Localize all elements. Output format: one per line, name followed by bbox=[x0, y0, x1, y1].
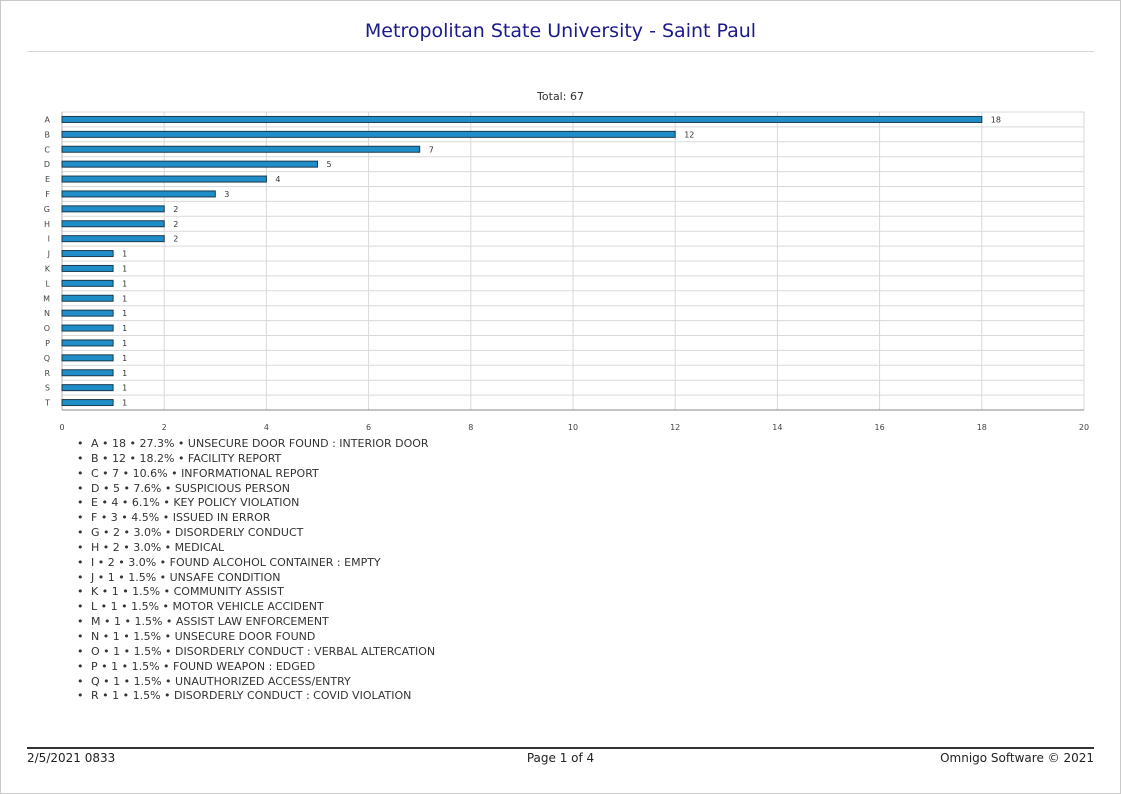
legend-item: G • 2 • 3.0% • DISORDERLY CONDUCT bbox=[77, 526, 435, 541]
bar bbox=[61, 160, 318, 168]
y-category-label: J bbox=[47, 250, 50, 259]
x-tick-label: 18 bbox=[977, 423, 987, 432]
bar bbox=[61, 384, 114, 392]
bar-value-label: 1 bbox=[122, 339, 127, 348]
legend-item: B • 12 • 18.2% • FACILITY REPORT bbox=[77, 452, 435, 467]
legend-item: Q • 1 • 1.5% • UNAUTHORIZED ACCESS/ENTRY bbox=[77, 675, 435, 690]
bar bbox=[61, 205, 165, 213]
legend-item: R • 1 • 1.5% • DISORDERLY CONDUCT : COVI… bbox=[77, 689, 435, 704]
legend-item: H • 2 • 3.0% • MEDICAL bbox=[77, 541, 435, 556]
y-category-label: P bbox=[45, 339, 50, 348]
x-tick-label: 10 bbox=[568, 423, 578, 432]
legend-item: J • 1 • 1.5% • UNSAFE CONDITION bbox=[77, 571, 435, 586]
x-tick-label: 16 bbox=[875, 423, 885, 432]
x-tick-label: 2 bbox=[162, 423, 167, 432]
bar bbox=[61, 235, 165, 243]
y-category-label: S bbox=[45, 384, 50, 393]
x-tick-label: 14 bbox=[772, 423, 782, 432]
bar bbox=[61, 279, 114, 287]
bar-value-label: 1 bbox=[122, 354, 127, 363]
y-category-label: F bbox=[45, 190, 50, 199]
bar-value-label: 3 bbox=[224, 190, 229, 199]
bar-value-label: 5 bbox=[327, 160, 332, 169]
bar bbox=[61, 220, 165, 228]
bar bbox=[61, 115, 983, 123]
y-category-label: R bbox=[44, 369, 50, 378]
bar bbox=[61, 264, 114, 272]
y-category-label: E bbox=[45, 175, 50, 184]
bar-value-label: 1 bbox=[122, 250, 127, 259]
x-tick-label: 8 bbox=[468, 423, 473, 432]
legend-item: K • 1 • 1.5% • COMMUNITY ASSIST bbox=[77, 585, 435, 600]
y-category-label: G bbox=[44, 205, 50, 214]
bar bbox=[61, 399, 114, 407]
legend-item: P • 1 • 1.5% • FOUND WEAPON : EDGED bbox=[77, 660, 435, 675]
bar-value-label: 2 bbox=[173, 205, 178, 214]
bar-value-label: 1 bbox=[122, 369, 127, 378]
bar-value-label: 2 bbox=[173, 235, 178, 244]
bar-value-label: 1 bbox=[122, 279, 127, 288]
x-tick-label: 6 bbox=[366, 423, 371, 432]
legend-item: C • 7 • 10.6% • INFORMATIONAL REPORT bbox=[77, 467, 435, 482]
bar-value-label: 12 bbox=[684, 130, 694, 139]
y-category-label: Q bbox=[44, 354, 50, 363]
bar-value-label: 18 bbox=[991, 115, 1001, 124]
bar-value-label: 1 bbox=[122, 309, 127, 318]
bar-value-label: 1 bbox=[122, 264, 127, 273]
bar-value-label: 4 bbox=[275, 175, 280, 184]
x-tick-label: 4 bbox=[264, 423, 269, 432]
bar bbox=[61, 369, 114, 377]
bar-value-label: 1 bbox=[122, 384, 127, 393]
bar bbox=[61, 324, 114, 332]
y-category-label: L bbox=[46, 279, 51, 288]
legend-item: N • 1 • 1.5% • UNSECURE DOOR FOUND bbox=[77, 630, 435, 645]
y-category-label: I bbox=[48, 235, 50, 244]
bar bbox=[61, 130, 676, 138]
bar-value-label: 1 bbox=[122, 294, 127, 303]
y-category-label: T bbox=[44, 399, 50, 408]
y-category-label: C bbox=[44, 145, 50, 154]
legend-item: L • 1 • 1.5% • MOTOR VEHICLE ACCIDENT bbox=[77, 600, 435, 615]
bar bbox=[61, 354, 114, 362]
bar bbox=[61, 190, 216, 198]
y-category-label: B bbox=[45, 130, 51, 139]
bar bbox=[61, 145, 421, 153]
category-legend: A • 18 • 27.3% • UNSECURE DOOR FOUND : I… bbox=[77, 437, 435, 704]
bar-value-label: 1 bbox=[122, 399, 127, 408]
x-tick-label: 20 bbox=[1079, 423, 1089, 432]
y-category-label: A bbox=[45, 115, 51, 124]
x-tick-label: 12 bbox=[670, 423, 680, 432]
bar-value-label: 7 bbox=[429, 145, 434, 154]
y-category-label: M bbox=[43, 294, 50, 303]
bar-value-label: 2 bbox=[173, 220, 178, 229]
legend-item: M • 1 • 1.5% • ASSIST LAW ENFORCEMENT bbox=[77, 615, 435, 630]
y-category-label: K bbox=[45, 264, 51, 273]
bar bbox=[61, 250, 114, 258]
footer-divider bbox=[27, 747, 1094, 749]
legend-item: O • 1 • 1.5% • DISORDERLY CONDUCT : VERB… bbox=[77, 645, 435, 660]
y-category-label: O bbox=[44, 324, 50, 333]
bar bbox=[61, 309, 114, 317]
legend-item: A • 18 • 27.3% • UNSECURE DOOR FOUND : I… bbox=[77, 437, 435, 452]
legend-item: I • 2 • 3.0% • FOUND ALCOHOL CONTAINER :… bbox=[77, 556, 435, 571]
bar bbox=[61, 294, 114, 302]
bar-value-label: 1 bbox=[122, 324, 127, 333]
legend-item: E • 4 • 6.1% • KEY POLICY VIOLATION bbox=[77, 496, 435, 511]
bar bbox=[61, 339, 114, 347]
bar bbox=[61, 175, 267, 183]
copyright: Omnigo Software © 2021 bbox=[940, 751, 1094, 765]
y-category-label: D bbox=[44, 160, 50, 169]
x-tick-label: 0 bbox=[59, 423, 64, 432]
legend-item: D • 5 • 7.6% • SUSPICIOUS PERSON bbox=[77, 482, 435, 497]
legend-item: F • 3 • 4.5% • ISSUED IN ERROR bbox=[77, 511, 435, 526]
bar-chart: 0 2 4 6 8 10 12 14 16 18 20 A 18 B 12 C 7 D 5 E 4 F 3 G 2 H 2 I 2 J 1 K… bbox=[43, 111, 1089, 432]
y-category-label: N bbox=[44, 309, 50, 318]
y-category-label: H bbox=[44, 220, 50, 229]
